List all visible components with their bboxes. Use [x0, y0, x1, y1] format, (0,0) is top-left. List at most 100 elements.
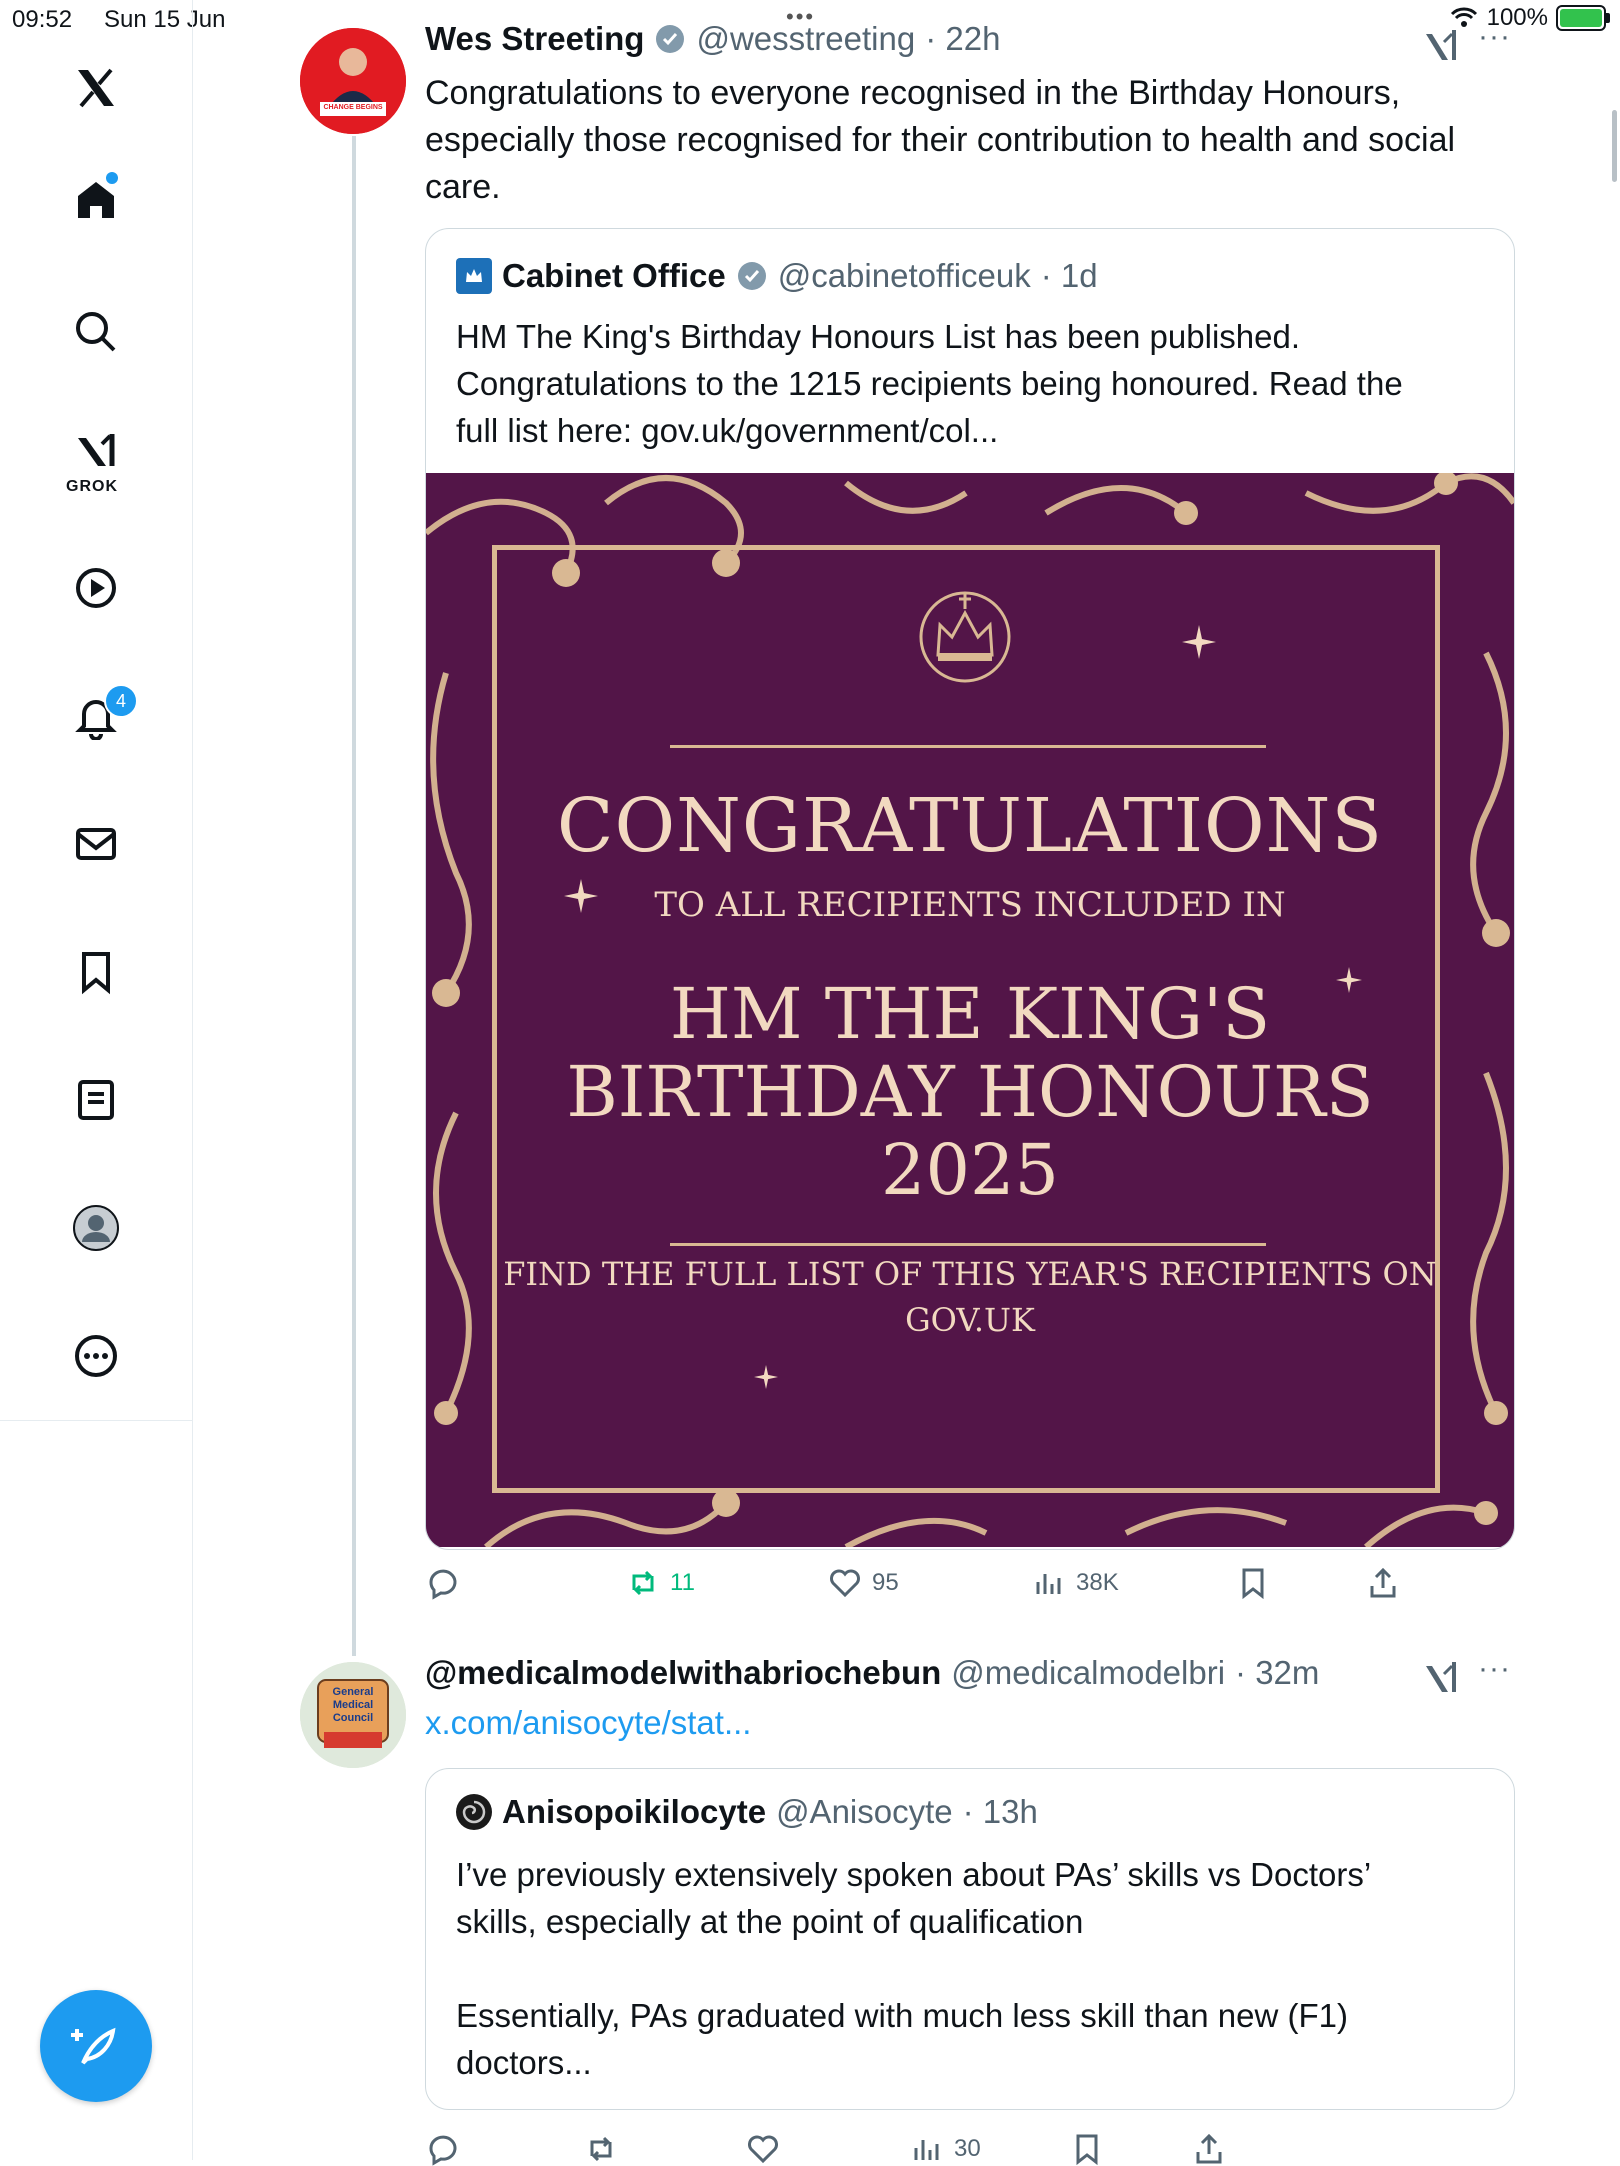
honours-divider-top [670, 745, 1266, 748]
tweet1-text-line: especially those recognised for their co… [425, 121, 1456, 159]
reply-button[interactable] [425, 1566, 469, 1600]
sidebar-divider [0, 1420, 192, 1421]
home-unread-dot [106, 172, 118, 184]
lists-icon[interactable] [68, 1072, 124, 1128]
quote2-time: · 13h [962, 1793, 1038, 1830]
honours-title-line2: BIRTHDAY HONOURS [566, 1051, 1374, 1133]
avatar-banner-text: CHANGE BEGINS [323, 104, 383, 111]
thread-connector [352, 136, 356, 1656]
bookmark-button[interactable] [1236, 1566, 1270, 1600]
tweet2-header: @medicalmodelwithabriochebun @medicalmod… [425, 1654, 1319, 1692]
grok-analyze-icon[interactable] [1424, 24, 1460, 69]
tweet1-header: Wes Streeting @wesstreeting · 22h [425, 20, 1000, 58]
verified-badge-icon [737, 262, 766, 290]
bookmarks-icon[interactable] [68, 944, 124, 1000]
tweet2-more-icon[interactable]: ··· [1478, 1652, 1511, 1686]
reply-icon [429, 2135, 457, 2166]
grok-icon[interactable] [68, 422, 124, 478]
birthday-honours-image[interactable]: CONGRATULATIONS TO ALL RECIPIENTS INCLUD… [426, 473, 1514, 1547]
like-button[interactable]: 95 [828, 1566, 899, 1600]
battery-icon [1556, 5, 1610, 31]
tweet1-more-icon[interactable]: ··· [1478, 20, 1511, 54]
notifications-badge: 4 [104, 684, 138, 718]
quote2-text-line: doctors... [456, 2044, 592, 2081]
tweet1-author-handle[interactable]: @wesstreeting [696, 20, 915, 58]
cabinet-office-crown-icon [456, 258, 492, 294]
reply-button[interactable] [425, 2132, 459, 2166]
quote2-text-line: Essentially, PAs graduated with much les… [456, 1997, 1348, 2034]
honours-footer-line1: FIND THE FULL LIST OF THIS YEAR'S RECIPI… [503, 1255, 1437, 1293]
profile-avatar-icon[interactable] [68, 1200, 124, 1256]
video-icon[interactable] [68, 560, 124, 616]
tweet1-author-name[interactable]: Wes Streeting [425, 20, 644, 58]
retweet-count: 11 [670, 1569, 695, 1596]
reply-icon [429, 1569, 457, 1600]
quote1-header: Cabinet Office @cabinetofficeuk · 1d [456, 257, 1098, 295]
sparkle-icon [754, 1365, 778, 1389]
sparkle-icon [1182, 625, 1216, 659]
heart-icon [830, 1569, 860, 1598]
heart-icon [748, 2135, 778, 2164]
x-logo-icon[interactable] [68, 60, 124, 116]
verified-badge-icon [656, 25, 685, 53]
tweet1-text-line: Congratulations to everyone recognised i… [425, 74, 1401, 112]
retweet-button[interactable]: 11 [626, 1566, 695, 1600]
tweet1-text-line: care. [425, 168, 501, 206]
tweet2-time[interactable]: · 32m [1235, 1654, 1319, 1692]
views-count: 30 [954, 2135, 981, 2162]
views-count: 38K [1076, 1569, 1119, 1596]
retweet-icon [590, 2136, 612, 2162]
honours-divider-bottom [670, 1243, 1266, 1246]
quote2-header: Anisopoikilocyte @Anisocyte · 13h [456, 1793, 1038, 1831]
anisocyte-avatar [456, 1794, 492, 1830]
share-button[interactable] [1366, 1566, 1400, 1600]
honours-subheading: TO ALL RECIPIENTS INCLUDED IN [654, 885, 1286, 925]
more-options-icon[interactable] [68, 1328, 124, 1384]
compose-post-button[interactable] [40, 1990, 152, 2102]
avatar-gmc-text: General Medical Council [332, 1686, 374, 1724]
quote2-text-line: skills, especially at the point of quali… [456, 1903, 1084, 1940]
tweet2-link[interactable]: x.com/anisocyte/stat... [425, 1704, 751, 1742]
tweet2-author-name[interactable]: @medicalmodelwithabriochebun [425, 1654, 941, 1692]
quote2-text-line: I’ve previously extensively spoken about… [456, 1856, 1372, 1893]
share-button[interactable] [1192, 2132, 1226, 2166]
royal-crown-emblem-icon [919, 591, 1011, 683]
quote2-author-name: Anisopoikilocyte [502, 1793, 767, 1830]
views-button[interactable]: 38K [1032, 1566, 1119, 1600]
bookmark-icon [1242, 1568, 1264, 1600]
retweet-button[interactable] [584, 2132, 618, 2166]
tweet1-text: Congratulations to everyone recognised i… [425, 70, 1525, 211]
views-chart-icon [1036, 1574, 1061, 1594]
tweet2-quote-card[interactable]: Anisopoikilocyte @Anisocyte · 13h I’ve p… [425, 1768, 1515, 2110]
honours-heading: CONGRATULATIONS [556, 783, 1384, 869]
bookmark-button[interactable] [1070, 2132, 1104, 2166]
quote2-author-handle: @Anisocyte [776, 1793, 953, 1830]
honours-title-line1: HM THE KING'S [669, 973, 1271, 1055]
grok-label: GROK [66, 478, 118, 495]
search-icon[interactable] [68, 304, 124, 360]
quote1-author-name: Cabinet Office [502, 257, 726, 294]
honours-year: 2025 [880, 1129, 1060, 1211]
scrollbar-thumb[interactable] [1612, 110, 1617, 182]
views-button[interactable]: 30 [910, 2132, 981, 2166]
grok-analyze-icon[interactable] [1424, 1656, 1460, 1701]
quote1-text-line: Congratulations to the 1215 recipients b… [456, 365, 1403, 402]
views-chart-icon [914, 2140, 939, 2160]
like-count: 95 [872, 1569, 899, 1596]
like-button[interactable] [746, 2132, 780, 2166]
medicalmodel-avatar[interactable]: General Medical Council [300, 1662, 406, 1768]
honours-footer-line2: GOV.UK [905, 1301, 1035, 1339]
retweet-icon [632, 1570, 654, 1596]
tweet1-time[interactable]: · 22h [925, 20, 1000, 58]
tweet1-quote-card[interactable]: Cabinet Office @cabinetofficeuk · 1d HM … [425, 228, 1515, 1550]
wes-streeting-avatar[interactable]: CHANGE BEGINS [300, 28, 406, 134]
tweet2-author-handle[interactable]: @medicalmodelbri [951, 1654, 1225, 1692]
status-right: 100% [1449, 4, 1610, 32]
quote1-text: HM The King's Birthday Honours List has … [456, 313, 1496, 454]
quote2-text: I’ve previously extensively spoken about… [456, 1851, 1496, 2086]
quote1-time: · 1d [1040, 257, 1098, 294]
messages-envelope-icon[interactable] [68, 816, 124, 872]
quote1-text-line: full list here: gov.uk/government/col... [456, 412, 999, 449]
quote1-author-handle: @cabinetofficeuk [777, 257, 1031, 294]
share-icon [1370, 1567, 1396, 1598]
